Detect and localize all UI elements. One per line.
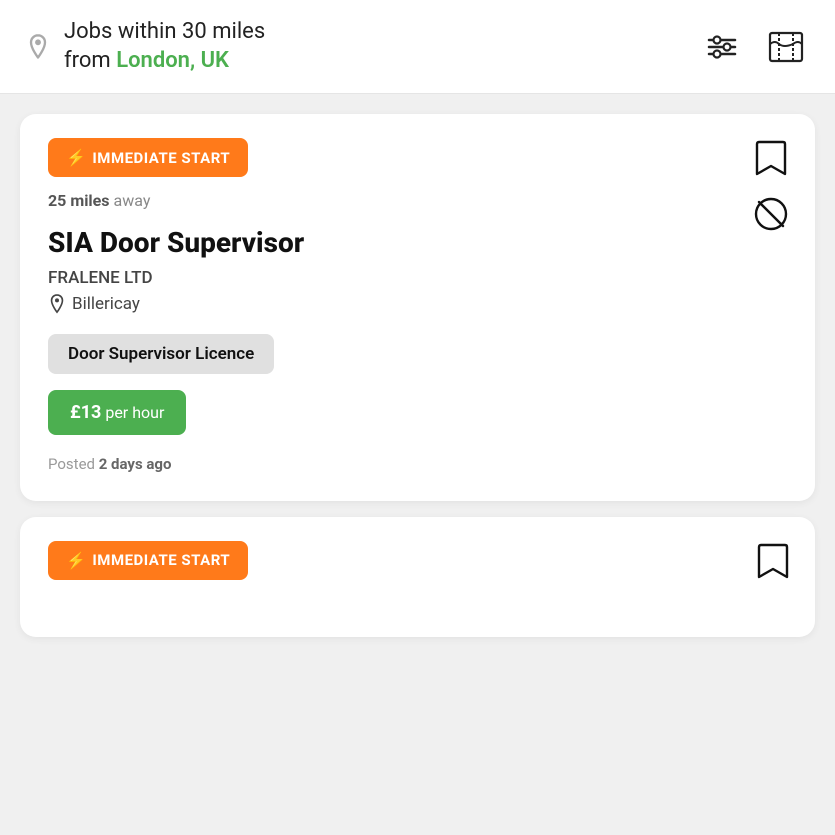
immediate-badge: ⚡ IMMEDIATE START (48, 138, 248, 177)
bolt-icon-2: ⚡ (66, 551, 86, 570)
bolt-icon: ⚡ (66, 148, 86, 167)
bookmark-icon (755, 140, 787, 176)
location-pin-icon (24, 33, 52, 61)
location-icon (48, 294, 66, 314)
job-list: ⚡ IMMEDIATE START 25 miles away SIA Door… (0, 94, 835, 657)
bookmark-button[interactable] (753, 138, 789, 178)
header-title-from: from (64, 48, 111, 73)
posted-prefix: Posted (48, 455, 99, 473)
distance-text: 25 miles away (48, 191, 791, 210)
map-icon (765, 26, 807, 68)
job-title: SIA Door Supervisor (48, 226, 791, 260)
bookmark-icon-2 (757, 543, 789, 579)
licence-tag: Door Supervisor Licence (48, 334, 274, 374)
header-location-section: Jobs within 30 miles from London, UK (24, 18, 265, 75)
block-icon (753, 196, 789, 232)
header-title-prefix: Jobs within 30 miles (64, 19, 265, 44)
card-actions (751, 138, 791, 234)
posted-when: 2 days ago (99, 455, 172, 473)
filter-button[interactable] (699, 24, 745, 70)
location-name: Billericay (72, 294, 140, 314)
rate-badge: £13 per hour (48, 374, 791, 435)
map-view-button[interactable] (761, 22, 811, 72)
distance-value: 25 miles (48, 191, 110, 210)
job-card[interactable]: ⚡ IMMEDIATE START 25 miles away SIA Door… (20, 114, 815, 501)
bookmark-button-2[interactable] (755, 541, 791, 581)
header-title: Jobs within 30 miles from London, UK (64, 18, 265, 75)
badge-label: IMMEDIATE START (92, 149, 230, 167)
posted-text: Posted 2 days ago (48, 455, 791, 473)
rate-suffix: per hour (101, 403, 164, 422)
filter-icon (703, 28, 741, 66)
distance-suffix: away (110, 191, 151, 210)
card-actions-2 (755, 541, 791, 581)
app-header: Jobs within 30 miles from London, UK (0, 0, 835, 94)
company-name: FRALENE LTD (48, 268, 791, 288)
job-location: Billericay (48, 294, 791, 314)
rate-value: £13 (70, 402, 101, 423)
hide-button[interactable] (751, 194, 791, 234)
job-card-2[interactable]: ⚡ IMMEDIATE START (20, 517, 815, 637)
header-actions (699, 22, 811, 72)
badge-label-2: IMMEDIATE START (92, 551, 230, 569)
header-city: London, UK (116, 48, 229, 73)
immediate-badge-2: ⚡ IMMEDIATE START (48, 541, 248, 580)
